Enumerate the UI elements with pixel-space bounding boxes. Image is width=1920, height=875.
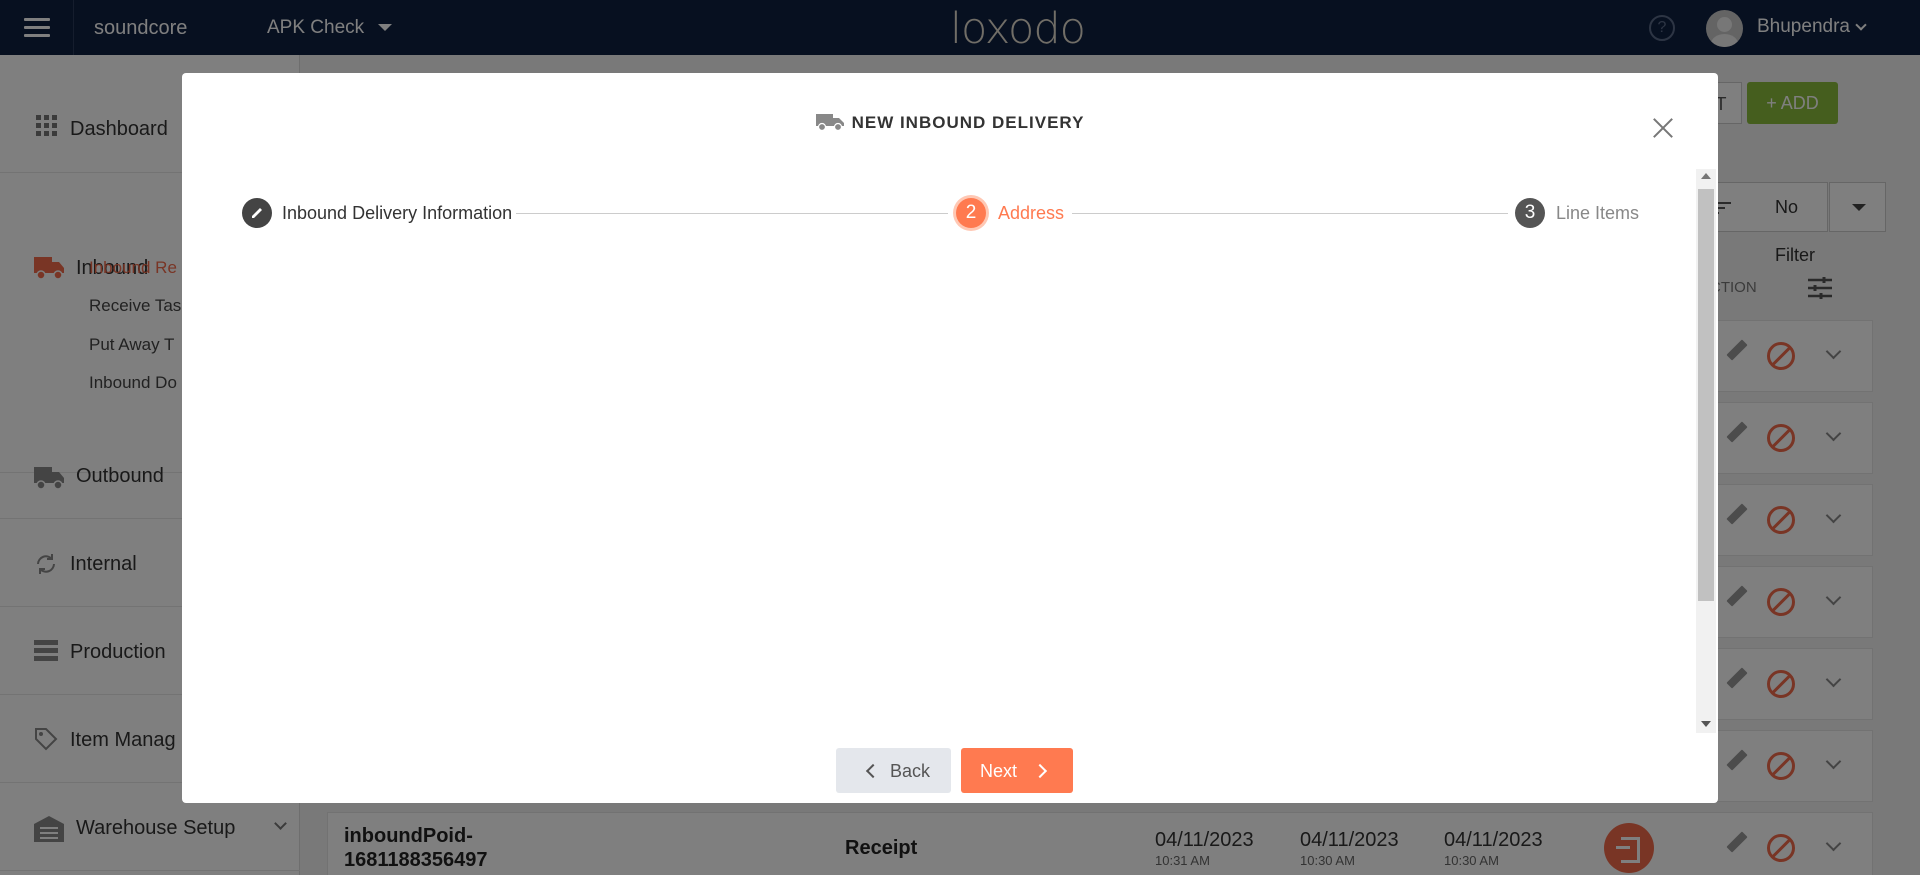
scroll-down-arrow-icon[interactable] xyxy=(1701,721,1711,727)
back-button[interactable]: Back xyxy=(836,748,951,793)
scroll-thumb[interactable] xyxy=(1698,189,1714,601)
pencil-icon xyxy=(252,208,262,218)
step-3-indicator[interactable]: 3 xyxy=(1515,198,1545,228)
truck-icon xyxy=(815,114,844,131)
scroll-up-arrow-icon[interactable] xyxy=(1701,173,1711,179)
step-2-label[interactable]: Address xyxy=(998,203,1064,224)
step-2-indicator[interactable]: 2 xyxy=(956,198,986,228)
close-icon[interactable] xyxy=(1650,115,1676,141)
step-1-label[interactable]: Inbound Delivery Information xyxy=(282,203,512,224)
new-inbound-delivery-dialog: NEW INBOUND DELIVERY Inbound Delivery In… xyxy=(182,73,1718,803)
chevron-left-icon xyxy=(865,763,881,779)
step-connector xyxy=(516,213,948,214)
modal-scrollbar[interactable] xyxy=(1696,169,1716,733)
step-3-label[interactable]: Line Items xyxy=(1556,203,1639,224)
dialog-title-text: NEW INBOUND DELIVERY xyxy=(851,113,1085,132)
chevron-right-icon xyxy=(1032,763,1048,779)
next-button[interactable]: Next xyxy=(961,748,1073,793)
next-label: Next xyxy=(980,761,1018,781)
step-connector xyxy=(1072,213,1508,214)
back-label: Back xyxy=(890,761,931,781)
dialog-title: NEW INBOUND DELIVERY xyxy=(182,113,1718,133)
step-1-indicator[interactable] xyxy=(242,198,272,228)
